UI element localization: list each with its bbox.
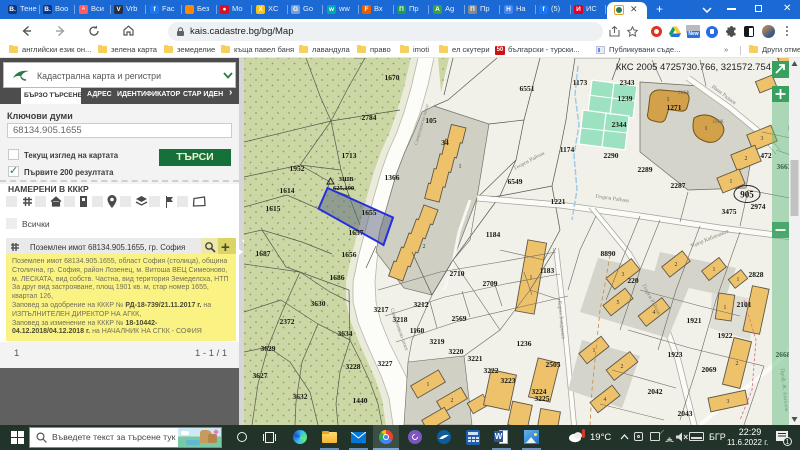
svg-text:6551: 6551 [520,84,535,93]
svg-text:ЗШВ: ЗШВ [339,176,355,183]
svg-text:1173: 1173 [573,78,588,87]
svg-text:220: 220 [627,276,639,285]
svg-text:2710: 2710 [450,269,465,278]
svg-text:4: 4 [604,397,607,403]
svg-text:1174: 1174 [560,145,575,154]
svg-text:2344: 2344 [612,120,627,129]
svg-text:3634: 3634 [338,329,353,338]
svg-text:2828: 2828 [749,270,764,279]
svg-text:1: 1 [530,275,533,281]
svg-text:1656: 1656 [342,250,357,259]
svg-text:34: 34 [441,138,449,147]
svg-text:3225: 3225 [535,394,550,403]
svg-text:2709: 2709 [483,279,498,288]
svg-text:472: 472 [760,151,772,160]
svg-text:2042: 2042 [648,387,663,396]
svg-text:2784: 2784 [362,113,377,122]
svg-text:2101: 2101 [737,300,752,309]
svg-text:3630: 3630 [311,299,326,308]
svg-text:2974: 2974 [751,202,766,211]
svg-text:1: 1 [593,348,596,354]
svg-text:3: 3 [727,399,730,405]
svg-text:3222: 3222 [484,366,499,375]
svg-text:3627: 3627 [253,371,268,380]
svg-text:1686: 1686 [330,273,345,282]
svg-text:2: 2 [621,364,624,370]
svg-text:1: 1 [737,277,740,283]
svg-text:3220: 3220 [449,347,464,356]
svg-text:3212: 3212 [414,300,429,309]
svg-text:1687: 1687 [256,249,271,258]
svg-text:1923: 1923 [668,350,683,359]
svg-text:1: 1 [459,164,462,170]
svg-text:3475: 3475 [722,207,737,216]
svg-text:1271: 1271 [667,103,682,112]
svg-text:1921: 1921 [687,316,702,325]
svg-text:6549: 6549 [508,177,523,186]
svg-text:2372: 2372 [280,317,295,326]
svg-text:2МЖ: 2МЖ [678,91,690,96]
svg-text:2: 2 [745,156,748,162]
svg-text:2: 2 [736,361,739,367]
svg-text:ККС 2005 4725730.766, 321572.7: ККС 2005 4725730.766, 321572.754 [616,62,771,73]
svg-text:2343: 2343 [620,78,635,87]
svg-text:3217: 3217 [374,305,389,314]
svg-text:3221: 3221 [468,354,483,363]
svg-text:3629: 3629 [261,344,276,353]
svg-text:1440: 1440 [353,396,368,405]
svg-text:5: 5 [617,300,620,306]
svg-text:1: 1 [713,267,716,273]
svg-text:2505: 2505 [546,360,561,369]
svg-text:1614: 1614 [280,186,295,195]
svg-text:905: 905 [740,190,754,200]
svg-text:2: 2 [451,398,454,404]
svg-text:2287: 2287 [671,181,686,190]
svg-text:1: 1 [705,126,708,132]
svg-text:8890: 8890 [601,249,616,258]
svg-text:3227: 3227 [378,359,393,368]
svg-text:1239: 1239 [618,94,633,103]
svg-text:1: 1 [724,305,727,311]
svg-text:1221: 1221 [551,197,566,206]
svg-text:1655: 1655 [362,208,377,217]
svg-text:1713: 1713 [342,151,357,160]
svg-text:3228: 3228 [346,362,361,371]
svg-text:1: 1 [427,382,430,388]
svg-text:3223: 3223 [501,376,516,385]
svg-text:1615: 1615 [266,204,281,213]
svg-text:1: 1 [730,179,733,185]
svg-text:3632: 3632 [293,392,308,401]
svg-text:2289: 2289 [638,165,653,174]
svg-text:2: 2 [675,262,678,268]
svg-text:1МЖ: 1МЖ [712,120,724,125]
svg-text:1184: 1184 [486,230,501,239]
svg-text:1670: 1670 [385,73,400,82]
svg-text:3: 3 [761,136,764,142]
svg-text:625.190: 625.190 [333,185,354,192]
svg-text:1183: 1183 [540,266,555,275]
svg-text:2: 2 [423,244,426,250]
svg-text:2043: 2043 [678,409,693,418]
svg-text:1366: 1366 [385,173,400,182]
svg-text:1236: 1236 [517,339,532,348]
svg-text:3: 3 [622,272,625,278]
svg-text:1160: 1160 [410,326,425,335]
svg-text:2069: 2069 [702,365,717,374]
svg-text:1657: 1657 [349,228,364,237]
svg-text:2569: 2569 [452,314,467,323]
svg-text:3219: 3219 [430,337,445,346]
svg-text:1922: 1922 [718,331,733,340]
svg-text:1952: 1952 [290,164,305,173]
svg-text:2290: 2290 [604,151,619,160]
